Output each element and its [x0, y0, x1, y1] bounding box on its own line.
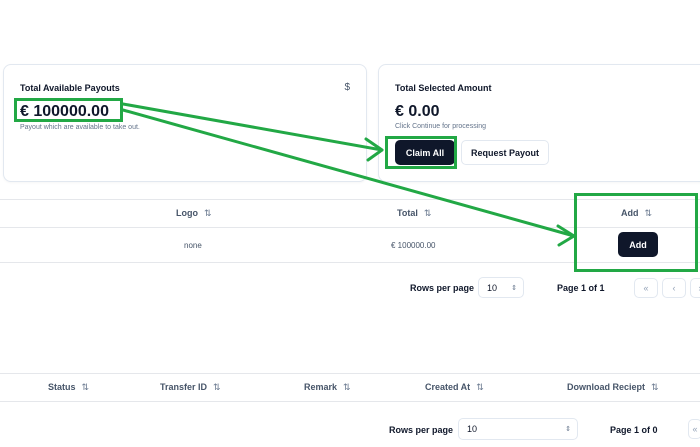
arrow-annotation	[121, 102, 576, 247]
